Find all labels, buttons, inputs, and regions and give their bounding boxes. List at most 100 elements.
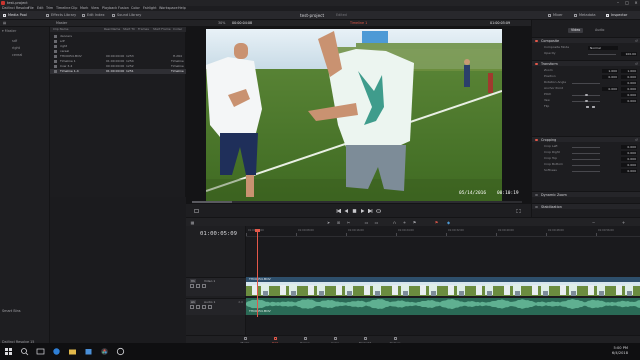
zoom-y-value[interactable]: 1.000 [621,68,637,73]
composite-toggle-icon[interactable] [535,39,538,43]
col-start-frame[interactable]: Start Frame [153,27,171,32]
zoom-x-value[interactable]: 1.000 [602,68,618,73]
col-frames[interactable]: Frames [138,27,149,32]
play-reverse-icon[interactable] [344,209,349,213]
mute-icon[interactable] [208,305,212,309]
link-icon[interactable]: ⚭ [402,220,407,225]
reset-icon[interactable]: ↺ [635,38,638,44]
playhead[interactable] [255,229,260,317]
bin-item-right[interactable]: right [12,46,20,51]
smart-bins-label[interactable]: Smart Bins [2,309,21,313]
col-start-tc[interactable]: Start TC [123,27,135,32]
pitch-slider-knob[interactable] [585,93,588,96]
bin-item-cereal[interactable]: cereal [12,53,22,58]
chrome-icon[interactable] [116,347,125,356]
media-pool-button[interactable]: Media Pool [3,12,27,19]
tab-audio[interactable]: Audio [592,28,607,33]
dynamic-zoom-toggle-icon[interactable] [535,193,538,197]
rotation-value[interactable]: 0.000 [621,80,637,85]
auto-select-icon[interactable] [196,305,200,309]
edge-icon[interactable] [52,347,61,356]
crop-left-slider[interactable] [572,146,600,148]
anchor-x-value[interactable]: 0.000 [602,86,618,91]
cropping-toggle-icon[interactable] [535,138,538,142]
transform-toggle-icon[interactable] [535,62,538,66]
crop-right-slider[interactable] [572,152,600,154]
loop-icon[interactable] [376,209,381,213]
solo-icon[interactable] [202,305,206,309]
list-item[interactable]: Timeline 1 01:00:00:00 1254 Timeline [50,59,186,64]
rotation-slider[interactable] [572,82,600,84]
fullscreen-icon[interactable] [516,209,521,213]
reset-icon[interactable]: ↺ [635,61,638,67]
position-x-value[interactable]: 0.000 [602,74,618,79]
store-icon[interactable] [84,347,93,356]
overwrite-clip-icon[interactable]: ▭ [374,220,379,225]
crop-top-slider[interactable] [572,158,600,160]
viewer-options-icon[interactable] [194,209,199,213]
jump-start-icon[interactable] [336,209,341,213]
bin-list-toggle-icon[interactable]: ▤ [3,20,6,27]
composite-mode-select[interactable]: Normal [588,45,618,50]
opacity-value[interactable]: 100.00 [621,51,637,56]
crop-top-value[interactable]: 0.000 [621,156,637,161]
col-reel-name[interactable]: Reel Name [104,27,120,32]
zoom-in-icon[interactable]: + [621,220,626,225]
list-item[interactable]: dancers [50,34,186,39]
audio-track-header[interactable]: A1 Audio 1 2.0 [186,298,246,315]
zoom-out-icon[interactable]: − [591,220,596,225]
video-track-header[interactable]: V1 Video 1 [186,277,246,296]
yaw-value[interactable]: 0.000 [621,98,637,103]
list-item[interactable]: Timeline 1-4 01:00:00:00 1251 Timeline [50,69,186,74]
flag-icon[interactable]: ⚑ [434,220,439,225]
list-item[interactable]: cereal [50,49,186,54]
crop-bottom-slider[interactable] [572,164,600,166]
mixer-button[interactable]: Mixer [548,12,563,19]
yaw-slider-knob[interactable] [585,99,588,102]
section-dynamic-zoom[interactable]: Dynamic Zoom [532,191,640,197]
viewer-scrubber[interactable] [192,201,522,203]
viewer-zoom[interactable]: 30% [218,20,225,27]
tab-video[interactable]: Video [568,28,584,33]
reset-icon[interactable]: ↺ [635,137,638,143]
section-stabilization[interactable]: Stabilization [532,203,640,209]
layout-icon[interactable]: ▦ [190,220,195,225]
system-clock[interactable]: 5:00 PM 6/4/2018 [612,346,628,356]
section-transform[interactable]: Transform ↺ [532,60,640,66]
pitch-value[interactable]: 0.000 [621,92,637,97]
col-codec[interactable]: Codec [173,27,182,32]
stabilization-toggle-icon[interactable] [535,205,538,209]
crop-bottom-value[interactable]: 0.000 [621,162,637,167]
insert-clip-icon[interactable]: ▭ [364,220,369,225]
master-bin[interactable]: ▾ Master [2,29,16,34]
jump-end-icon[interactable] [368,209,373,213]
anchor-y-value[interactable]: 0.000 [621,86,637,91]
softness-value[interactable]: 0.000 [621,168,637,173]
inspector-button[interactable]: Inspector [606,12,627,19]
effects-library-button[interactable]: Effects Library [46,12,76,19]
trim-tool-icon[interactable]: ⊞ [336,220,341,225]
track-name[interactable]: Audio 1 [204,300,215,304]
blade-tool-icon[interactable]: ✂ [346,220,351,225]
track-visibility-icon[interactable] [202,284,206,288]
track-name[interactable]: Video 1 [204,279,215,283]
crop-left-value[interactable]: 0.000 [621,144,637,149]
list-item[interactable]: THC0054.MOV 00:00:00:00 1253 H.264 [50,54,186,59]
video-clip[interactable]: THC0054.MOV [246,277,640,296]
list-item[interactable]: sdf [50,39,186,44]
edit-index-button[interactable]: Edit Index [82,12,105,19]
flip-vertical-icon[interactable] [592,105,595,108]
list-item[interactable]: Cow 3-4 00:00:00:00 1252 Timeline [50,64,186,69]
timeline-ruler[interactable]: 01:00:00:00 01:00:08:00 01:00:16:00 01:0… [246,229,640,237]
section-cropping[interactable]: Cropping ↺ [532,136,640,142]
viewer-clip-title[interactable]: Timeline 1 [350,20,367,27]
marker-icon[interactable]: ◆ [446,220,451,225]
playhead-handle[interactable] [255,229,260,232]
section-composite[interactable]: Composite ↺ [532,37,640,43]
softness-slider[interactable] [572,170,600,172]
col-clip-name[interactable]: Clip Name [53,27,68,32]
selection-tool-icon[interactable]: ➤ [326,220,331,225]
file-explorer-icon[interactable] [68,347,77,356]
bin-item-sdf[interactable]: sdf [12,39,17,44]
audio-clip[interactable]: THC0054.MOV [246,298,640,315]
